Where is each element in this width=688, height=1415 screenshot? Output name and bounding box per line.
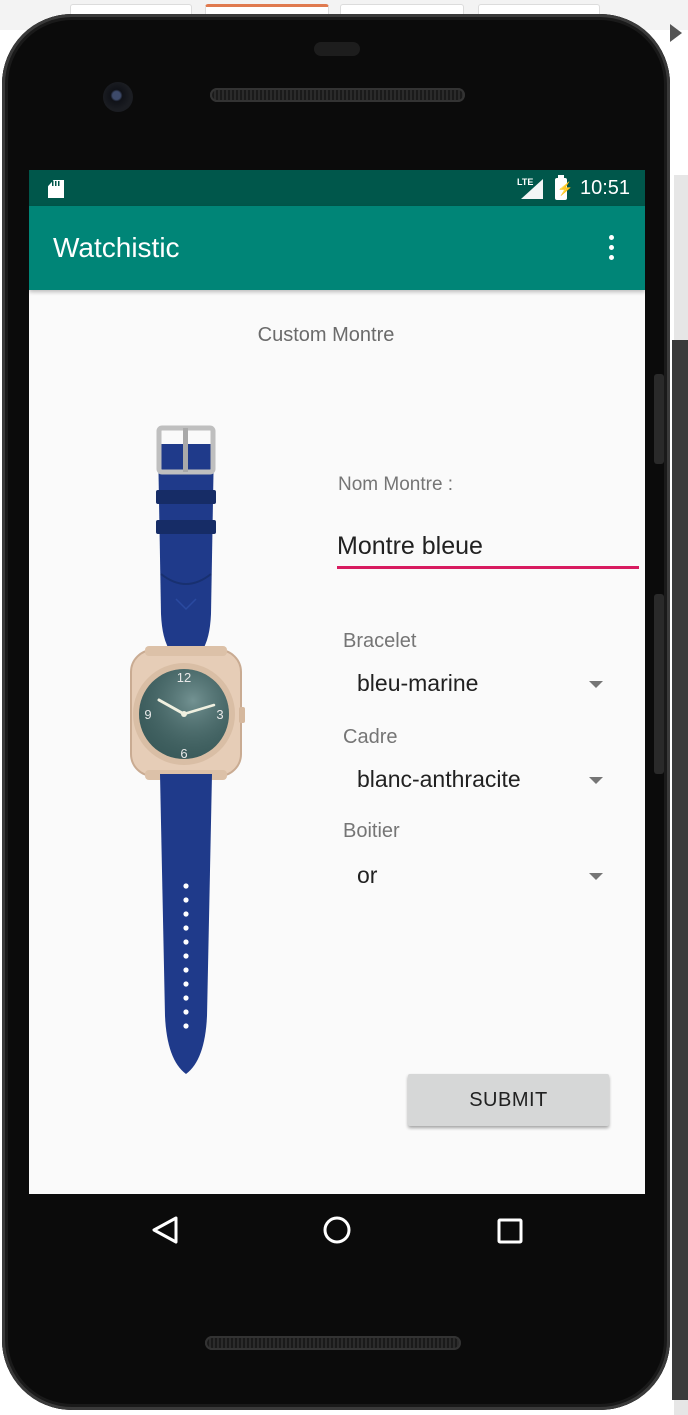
dropdown-arrow-icon (589, 777, 603, 784)
network-type: LTE (517, 177, 534, 187)
svg-text:9: 9 (144, 707, 151, 722)
bottom-speaker (205, 1336, 461, 1350)
boitier-spinner[interactable]: or (343, 854, 603, 898)
bracelet-selected-value: bleu-marine (357, 670, 479, 696)
status-bar: LTE ⚡ 10:51 (29, 170, 645, 206)
host-side-panel-dark (672, 340, 688, 1400)
svg-text:3: 3 (216, 707, 223, 722)
watch-name-input[interactable] (337, 526, 639, 569)
sd-card-icon-detail (52, 181, 60, 186)
charging-bolt-icon: ⚡ (557, 181, 574, 196)
proximity-sensor (314, 42, 360, 56)
boitier-selected-value: or (357, 862, 378, 888)
back-icon[interactable] (151, 1215, 179, 1245)
boitier-label: Boitier (343, 820, 400, 842)
cadre-selected-value: blanc-anthracite (357, 766, 521, 792)
watch-preview-image: 12 6 9 3 (130, 425, 245, 1074)
submit-button[interactable]: SUBMIT (408, 1074, 609, 1126)
home-icon[interactable] (322, 1215, 352, 1245)
host-scroll-arrow-icon (670, 24, 682, 42)
status-clock: 10:51 (580, 177, 631, 199)
bracelet-spinner[interactable]: bleu-marine (343, 662, 603, 706)
app-toolbar: Watchistic (29, 206, 645, 290)
page-heading: Custom Montre (257, 324, 395, 346)
watch-name-label: Nom Montre : (338, 474, 454, 495)
volume-button (654, 374, 664, 464)
svg-text:12: 12 (177, 670, 191, 685)
power-button (654, 594, 664, 774)
front-camera-icon (103, 82, 133, 112)
dropdown-arrow-icon (589, 873, 603, 880)
earpiece-speaker (210, 88, 465, 102)
cadre-label: Cadre (343, 726, 398, 748)
overflow-menu-icon[interactable] (603, 234, 619, 264)
dropdown-arrow-icon (589, 681, 603, 688)
bracelet-label: Bracelet (343, 630, 417, 652)
cadre-spinner[interactable]: blanc-anthracite (343, 758, 603, 802)
svg-text:6: 6 (180, 746, 187, 761)
app-title: Watchistic (53, 232, 180, 263)
recents-icon[interactable] (497, 1218, 523, 1244)
app-screen: LTE ⚡ 10:51 Watchistic Custom Montre 12 … (29, 170, 645, 1194)
